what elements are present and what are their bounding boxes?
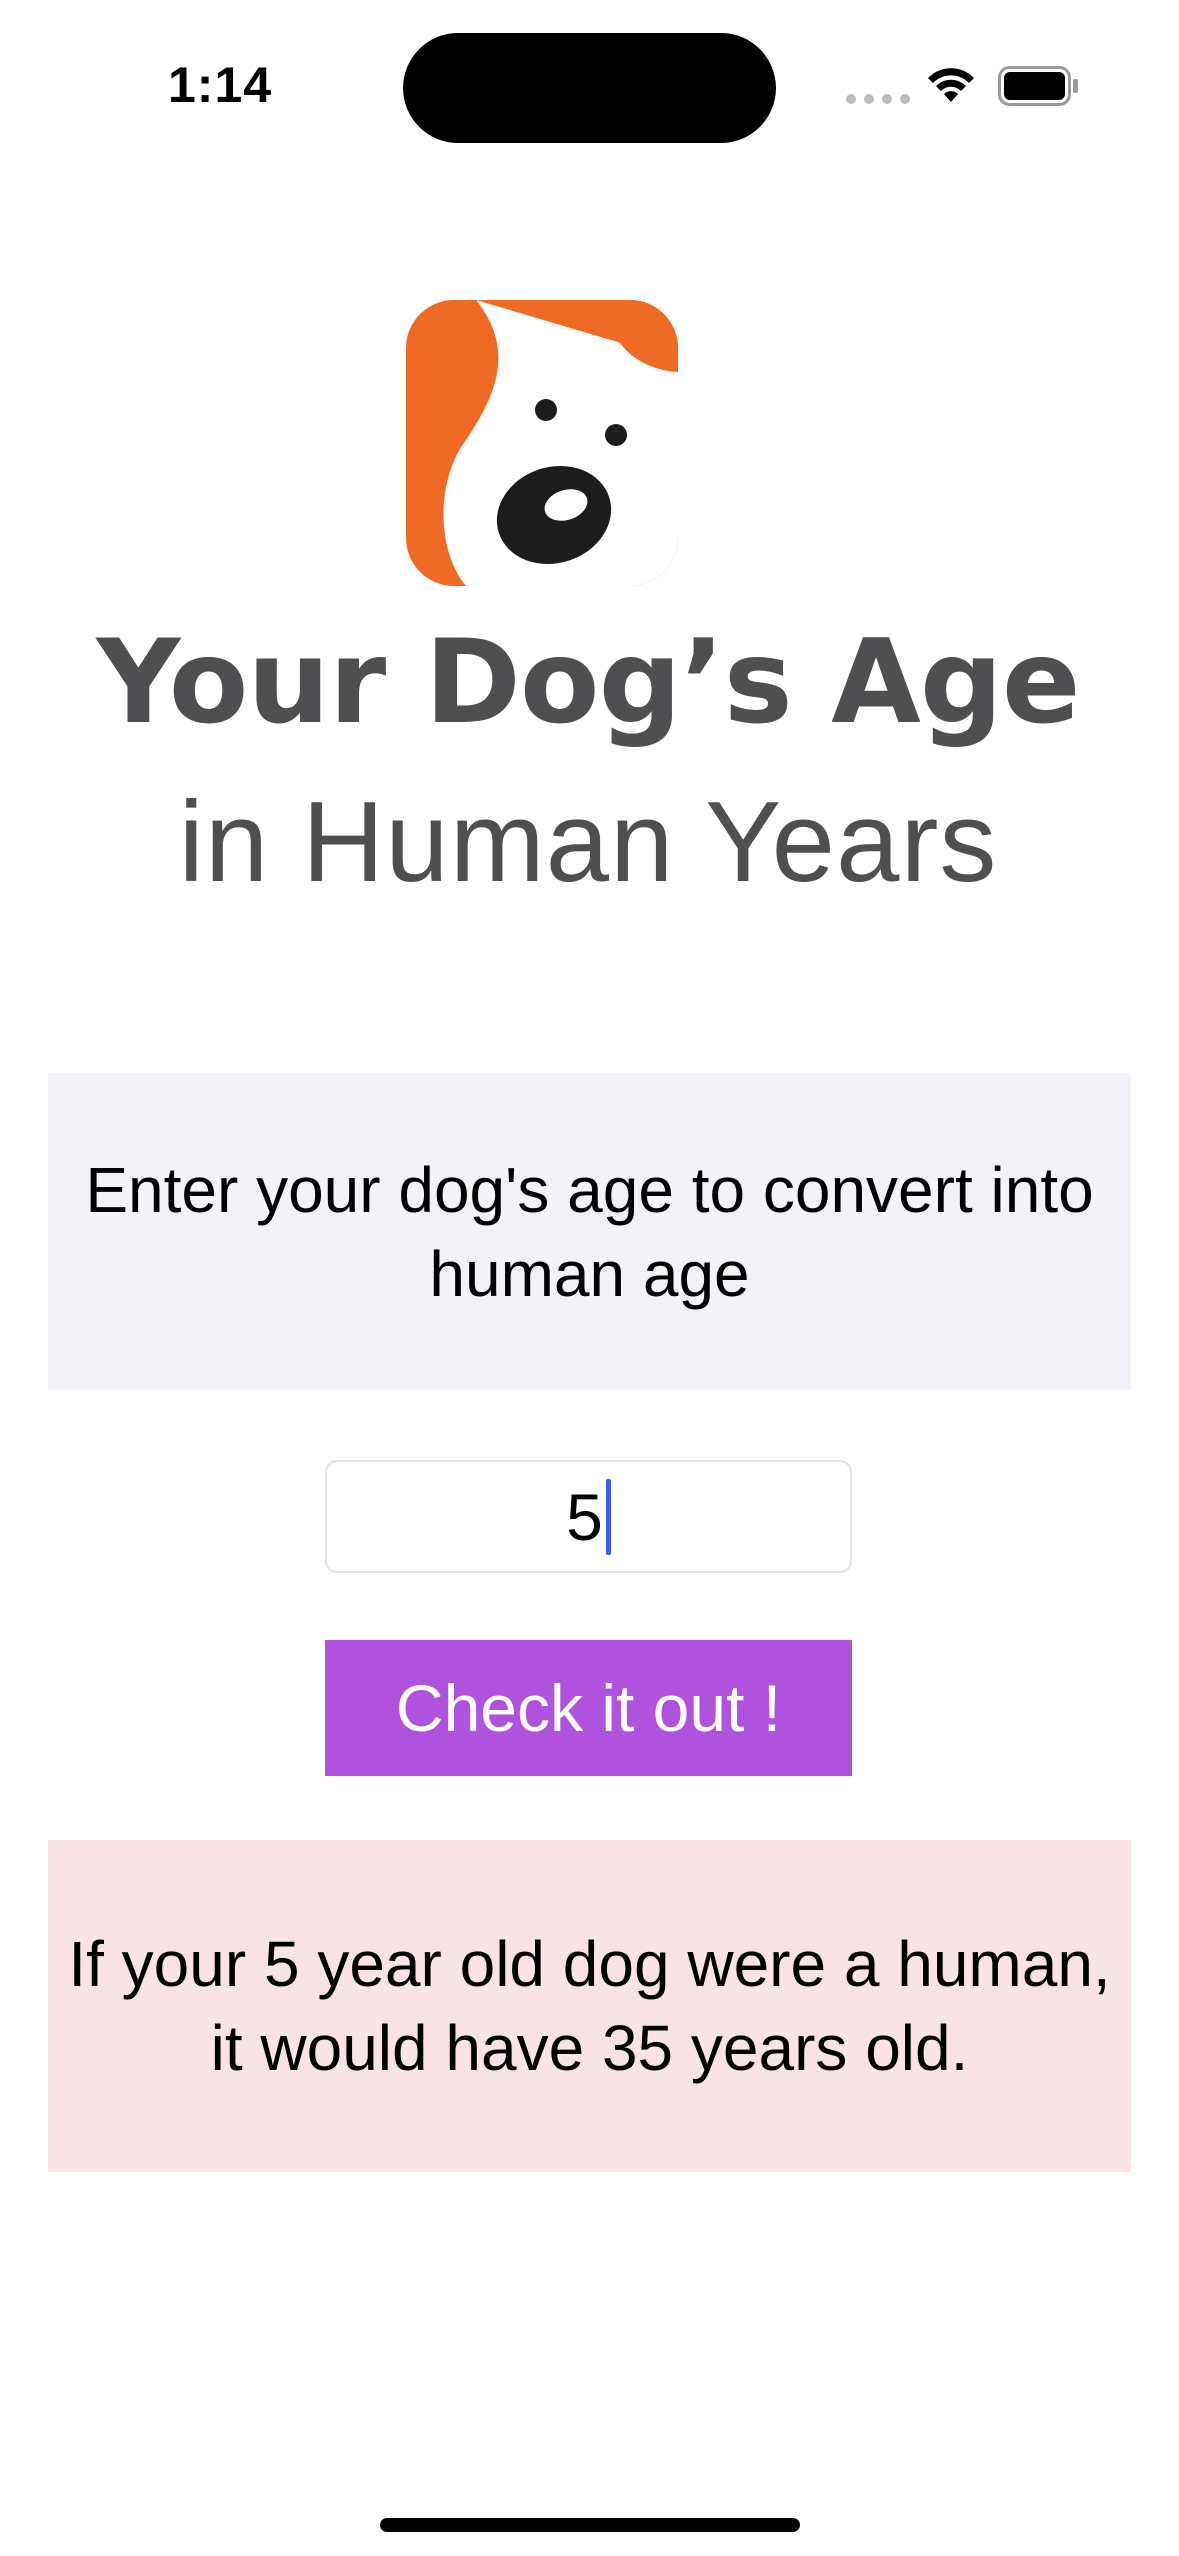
cellular-signal-icon: [846, 94, 910, 104]
dog-age-input[interactable]: 5: [325, 1460, 852, 1573]
logo-subtitle: in Human Years: [178, 779, 998, 906]
result-text: If your 5 year old dog were a human, it …: [68, 1928, 1111, 2084]
dog-logo-icon: [406, 300, 678, 586]
home-indicator[interactable]: [380, 2518, 800, 2532]
wifi-icon: [928, 68, 974, 102]
dog-age-value: 5: [566, 1479, 603, 1554]
logo-title: Your Dog’s Age: [96, 615, 1080, 750]
app-logo: Your Dog’s Age in Human Years: [48, 290, 1128, 910]
battery-icon: [998, 66, 1078, 106]
dynamic-island: [403, 33, 776, 143]
text-cursor: [605, 1478, 611, 1555]
prompt-card: Enter your dog's age to convert into hum…: [48, 1073, 1131, 1390]
check-it-out-button[interactable]: Check it out !: [325, 1640, 852, 1776]
prompt-text: Enter your dog's age to convert into hum…: [85, 1153, 1094, 1310]
status-time: 1:14: [168, 57, 273, 113]
result-card: If your 5 year old dog were a human, it …: [48, 1840, 1131, 2172]
